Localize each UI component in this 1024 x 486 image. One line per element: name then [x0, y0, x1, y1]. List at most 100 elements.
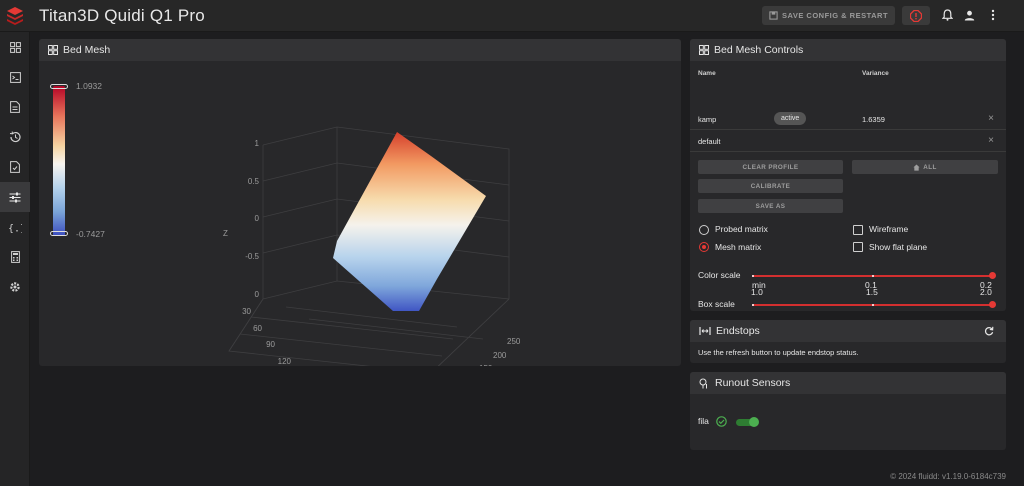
job-icon: [10, 161, 20, 173]
user-icon: [964, 10, 974, 20]
notifications-button[interactable]: [940, 8, 954, 22]
filament-sensor-icon: [699, 378, 707, 388]
nav-files[interactable]: [0, 92, 30, 122]
slider-tick: [752, 304, 754, 306]
user-button[interactable]: [962, 8, 976, 22]
box-scale-label: Box scale: [698, 299, 735, 309]
z-axis-label: Z: [223, 229, 228, 238]
remove-profile-button[interactable]: ×: [988, 113, 994, 124]
check-circle-icon: [716, 416, 727, 427]
wireframe-label: Wireframe: [869, 224, 909, 234]
sensor-enabled-toggle-thumb[interactable]: [749, 417, 759, 427]
save-config-restart-button[interactable]: SAVE CONFIG & RESTART: [762, 6, 895, 25]
box-scale-thumb[interactable]: [989, 301, 996, 308]
slider-tick-label: 1.0: [751, 287, 763, 297]
dashboard-icon: [9, 41, 21, 53]
z-tick: -0.5: [245, 252, 259, 261]
show-flat-plane-checkbox[interactable]: [853, 242, 863, 252]
endstop-icon: [699, 327, 711, 335]
emergency-stop-button[interactable]: [902, 6, 930, 25]
home-all-button[interactable]: ALL: [852, 160, 998, 174]
color-scale-min-handle[interactable]: [50, 231, 68, 236]
mesh-matrix-radio[interactable]: [699, 242, 709, 252]
z-tick: 0.5: [248, 177, 260, 186]
slider-tick-label: 1.5: [866, 287, 878, 297]
x-tick: 90: [266, 340, 275, 349]
app-bar: Titan3D Quidi Q1 Pro SAVE CONFIG & RESTA…: [0, 0, 1024, 32]
profile-row[interactable]: default ×: [690, 130, 1006, 152]
color-scale-min-label: -0.7427: [76, 229, 105, 239]
save-as-button[interactable]: SAVE AS: [698, 199, 843, 213]
console-icon: [9, 71, 21, 83]
slider-tick-label: 2.0: [980, 287, 992, 297]
nav-dashboard[interactable]: [0, 32, 30, 62]
runout-sensors-card: Runout Sensors fila: [690, 372, 1006, 450]
mesh-matrix-label: Mesh matrix: [715, 242, 762, 252]
refresh-icon[interactable]: [984, 326, 994, 336]
x-tick: 30: [242, 307, 251, 316]
bell-icon: [941, 9, 953, 21]
runout-sensors-header: Runout Sensors: [690, 372, 1006, 394]
mesh-surface: [333, 132, 486, 311]
nav-settings[interactable]: [0, 272, 30, 302]
fluidd-logo[interactable]: [6, 6, 24, 26]
estop-icon: [910, 9, 922, 22]
grid-icon: [48, 45, 58, 55]
profile-row[interactable]: kamp active 1.6359 ×: [690, 108, 1006, 130]
file-icon: [10, 101, 20, 113]
bed-mesh-title: Bed Mesh: [63, 44, 111, 56]
calibrate-button[interactable]: CALIBRATE: [698, 179, 843, 193]
mesh-3d-plot[interactable]: 1 0.5 0 -0.5 0 Z 30 60 90 120 150 180 X …: [209, 121, 539, 366]
slider-tick: [872, 275, 874, 277]
color-scale-max-handle[interactable]: [50, 84, 68, 89]
wireframe-checkbox[interactable]: [853, 225, 863, 235]
endstops-card: Endstops Use the refresh button to updat…: [690, 320, 1006, 363]
sensor-name: fila: [698, 416, 709, 426]
column-header-variance: Variance: [862, 70, 889, 77]
probed-matrix-radio[interactable]: [699, 225, 709, 235]
calculator-icon: [10, 251, 20, 263]
endstops-title: Endstops: [716, 325, 760, 337]
x-tick: 60: [253, 324, 262, 333]
home-icon: [913, 163, 920, 171]
show-flat-plane-label: Show flat plane: [869, 242, 928, 252]
side-navigation: {.}: [0, 32, 30, 486]
bed-mesh-body: 1.0932 -0.7427 1 0.5 0 -0.5 0 Z 30 60 90…: [39, 61, 681, 366]
x-tick-labels: 30 60 90 120 150 180: [242, 307, 292, 366]
bed-mesh-controls-card: Bed Mesh Controls Name Variance kamp act…: [690, 39, 1006, 311]
profile-name: kamp: [698, 115, 717, 124]
bed-mesh-header: Bed Mesh: [39, 39, 681, 61]
color-scale-label: Color scale: [698, 270, 741, 280]
y-tick: 150: [479, 364, 493, 366]
z-tick: 0: [255, 214, 260, 223]
z-tick-labels: 1 0.5 0 -0.5 0: [245, 139, 259, 299]
nav-history[interactable]: [0, 122, 30, 152]
endstops-message: Use the refresh button to update endstop…: [698, 348, 859, 357]
save-icon: [769, 11, 778, 20]
profile-variance: 1.6359: [862, 115, 885, 124]
column-header-name: Name: [698, 70, 716, 77]
slider-tick: [872, 304, 874, 306]
x-tick: 120: [278, 357, 292, 366]
nav-macros[interactable]: {.}: [0, 212, 30, 242]
color-scale-thumb[interactable]: [989, 272, 996, 279]
bed-mesh-controls-body: Name Variance kamp active 1.6359 × defau…: [690, 61, 1006, 311]
code-icon: {.}: [8, 223, 22, 233]
z-tick: 0: [255, 290, 260, 299]
y-tick: 250: [507, 337, 521, 346]
bed-mesh-controls-title: Bed Mesh Controls: [714, 44, 804, 56]
active-badge: active: [774, 112, 807, 125]
color-scale-max-label: 1.0932: [76, 81, 102, 91]
nav-calculator[interactable]: [0, 242, 30, 272]
clear-profile-button[interactable]: CLEAR PROFILE: [698, 160, 843, 174]
nav-jobs[interactable]: [0, 152, 30, 182]
bed-mesh-card: Bed Mesh 1.0932 -0.7427 1 0.5 0 -0.5 0 Z…: [39, 39, 681, 366]
nav-console[interactable]: [0, 62, 30, 92]
nav-tune[interactable]: [0, 182, 30, 212]
grid-icon: [699, 45, 709, 55]
y-tick-labels: 250 200 150 100 50: [479, 337, 521, 366]
more-menu-button[interactable]: [986, 8, 1000, 22]
runout-sensors-title: Runout Sensors: [715, 377, 791, 389]
remove-profile-button[interactable]: ×: [988, 135, 994, 146]
color-scale-bar: [53, 86, 65, 236]
